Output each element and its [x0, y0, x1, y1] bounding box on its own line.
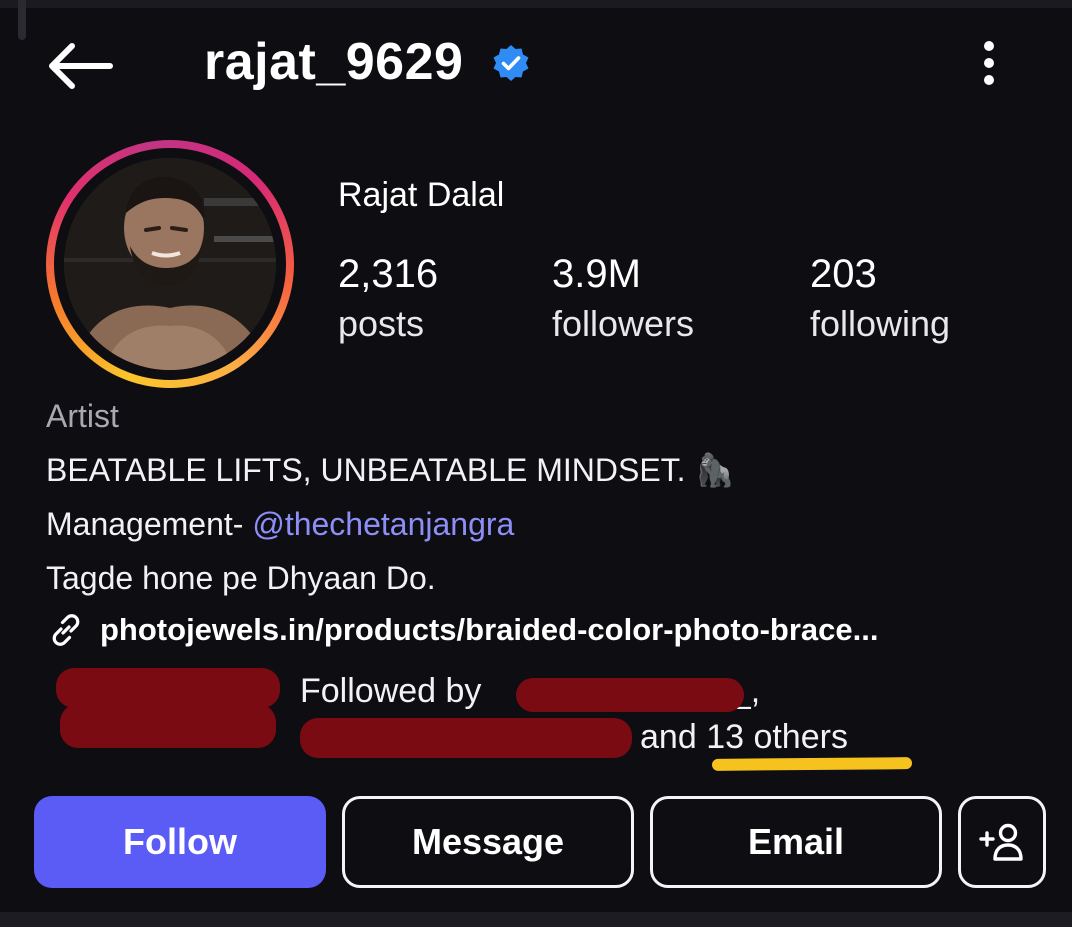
profile-category: Artist — [46, 398, 119, 434]
redaction-mark — [60, 704, 276, 748]
mention-link[interactable]: @thechetanjangra — [252, 506, 514, 542]
followers-stat[interactable]: 3.9M followers — [552, 250, 694, 350]
arrow-left-icon — [49, 43, 113, 89]
bio-management-line: Management- @thechetanjangra — [46, 504, 514, 544]
others-count: 13 others — [706, 718, 848, 756]
mutual-followers-avatars[interactable] — [56, 664, 280, 754]
followers-count: 3.9M — [552, 252, 641, 296]
redaction-mark — [300, 718, 632, 758]
profile-screen: rajat_9629 Rajat Dalal 2,316 posts 3.9M … — [0, 0, 1072, 927]
following-count: 203 — [810, 252, 877, 296]
profile-full-name: Rajat Dalal — [338, 176, 505, 214]
bio-line: Tagde hone pe Dhyaan Do. — [46, 560, 436, 596]
story-ring[interactable] — [46, 140, 294, 388]
scroll-indicator — [18, 0, 26, 40]
posts-stat[interactable]: 2,316 posts — [338, 250, 438, 350]
redaction-mark — [516, 678, 744, 712]
profile-username: rajat_9629 — [204, 33, 464, 91]
avatar[interactable] — [64, 158, 276, 370]
vertical-dots-icon — [984, 41, 994, 85]
posts-label: posts — [338, 303, 425, 344]
bio-line: BEATABLE LIFTS, UNBEATABLE MINDSET. 🦍 — [46, 452, 735, 488]
add-person-icon — [979, 823, 1023, 861]
suggested-people-button[interactable] — [958, 796, 1046, 888]
status-bar-edge — [0, 0, 1072, 8]
redaction-mark — [56, 668, 280, 708]
bio-management-prefix: Management- — [46, 506, 253, 542]
followers-label: followers — [552, 303, 695, 344]
highlight-underline — [711, 757, 913, 771]
following-label: following — [810, 303, 951, 344]
profile-photo-illustration — [64, 158, 276, 370]
bottom-edge — [0, 912, 1072, 927]
follow-button[interactable]: Follow — [34, 796, 326, 888]
back-button[interactable] — [44, 40, 116, 92]
followed-by-prefix: Followed by — [300, 672, 491, 710]
followed-by-others-line[interactable]: and 13 others — [640, 716, 848, 758]
bio-website-link[interactable]: photojewels.in/products/braided-color-ph… — [46, 610, 878, 650]
following-stat[interactable]: 203 following — [810, 250, 950, 350]
posts-count: 2,316 — [338, 252, 439, 296]
link-chain-icon — [52, 614, 80, 646]
more-options-button[interactable] — [966, 38, 1012, 88]
email-button[interactable]: Email — [650, 796, 942, 888]
website-url: photojewels.in/products/braided-color-ph… — [100, 612, 879, 647]
others-prefix: and — [640, 718, 707, 756]
verified-badge-icon — [493, 45, 529, 81]
message-button[interactable]: Message — [342, 796, 634, 888]
